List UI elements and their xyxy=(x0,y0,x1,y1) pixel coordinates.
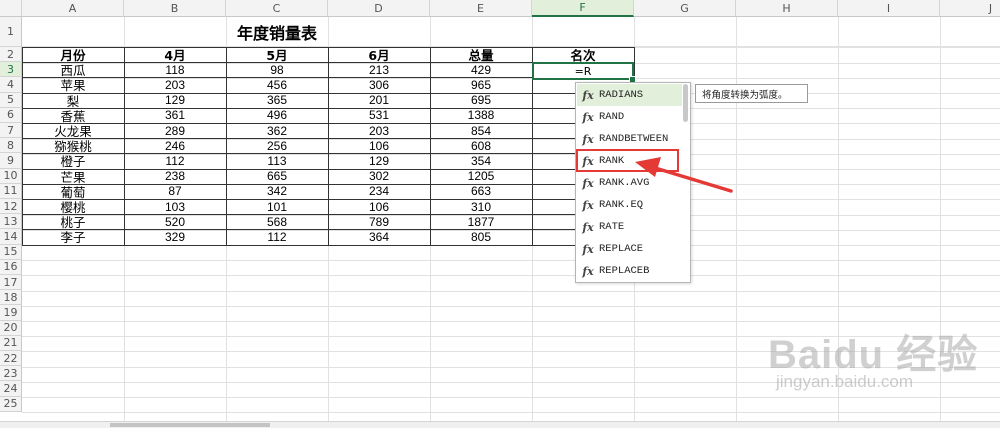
watermark-url: jingyan.baidu.com xyxy=(776,372,914,391)
baidu-watermark: Baidu 经验 jingyan.baidu.com xyxy=(768,322,1000,422)
horizontal-scrollbar-thumb[interactable] xyxy=(110,423,270,427)
horizontal-scrollbar[interactable] xyxy=(0,421,1000,428)
